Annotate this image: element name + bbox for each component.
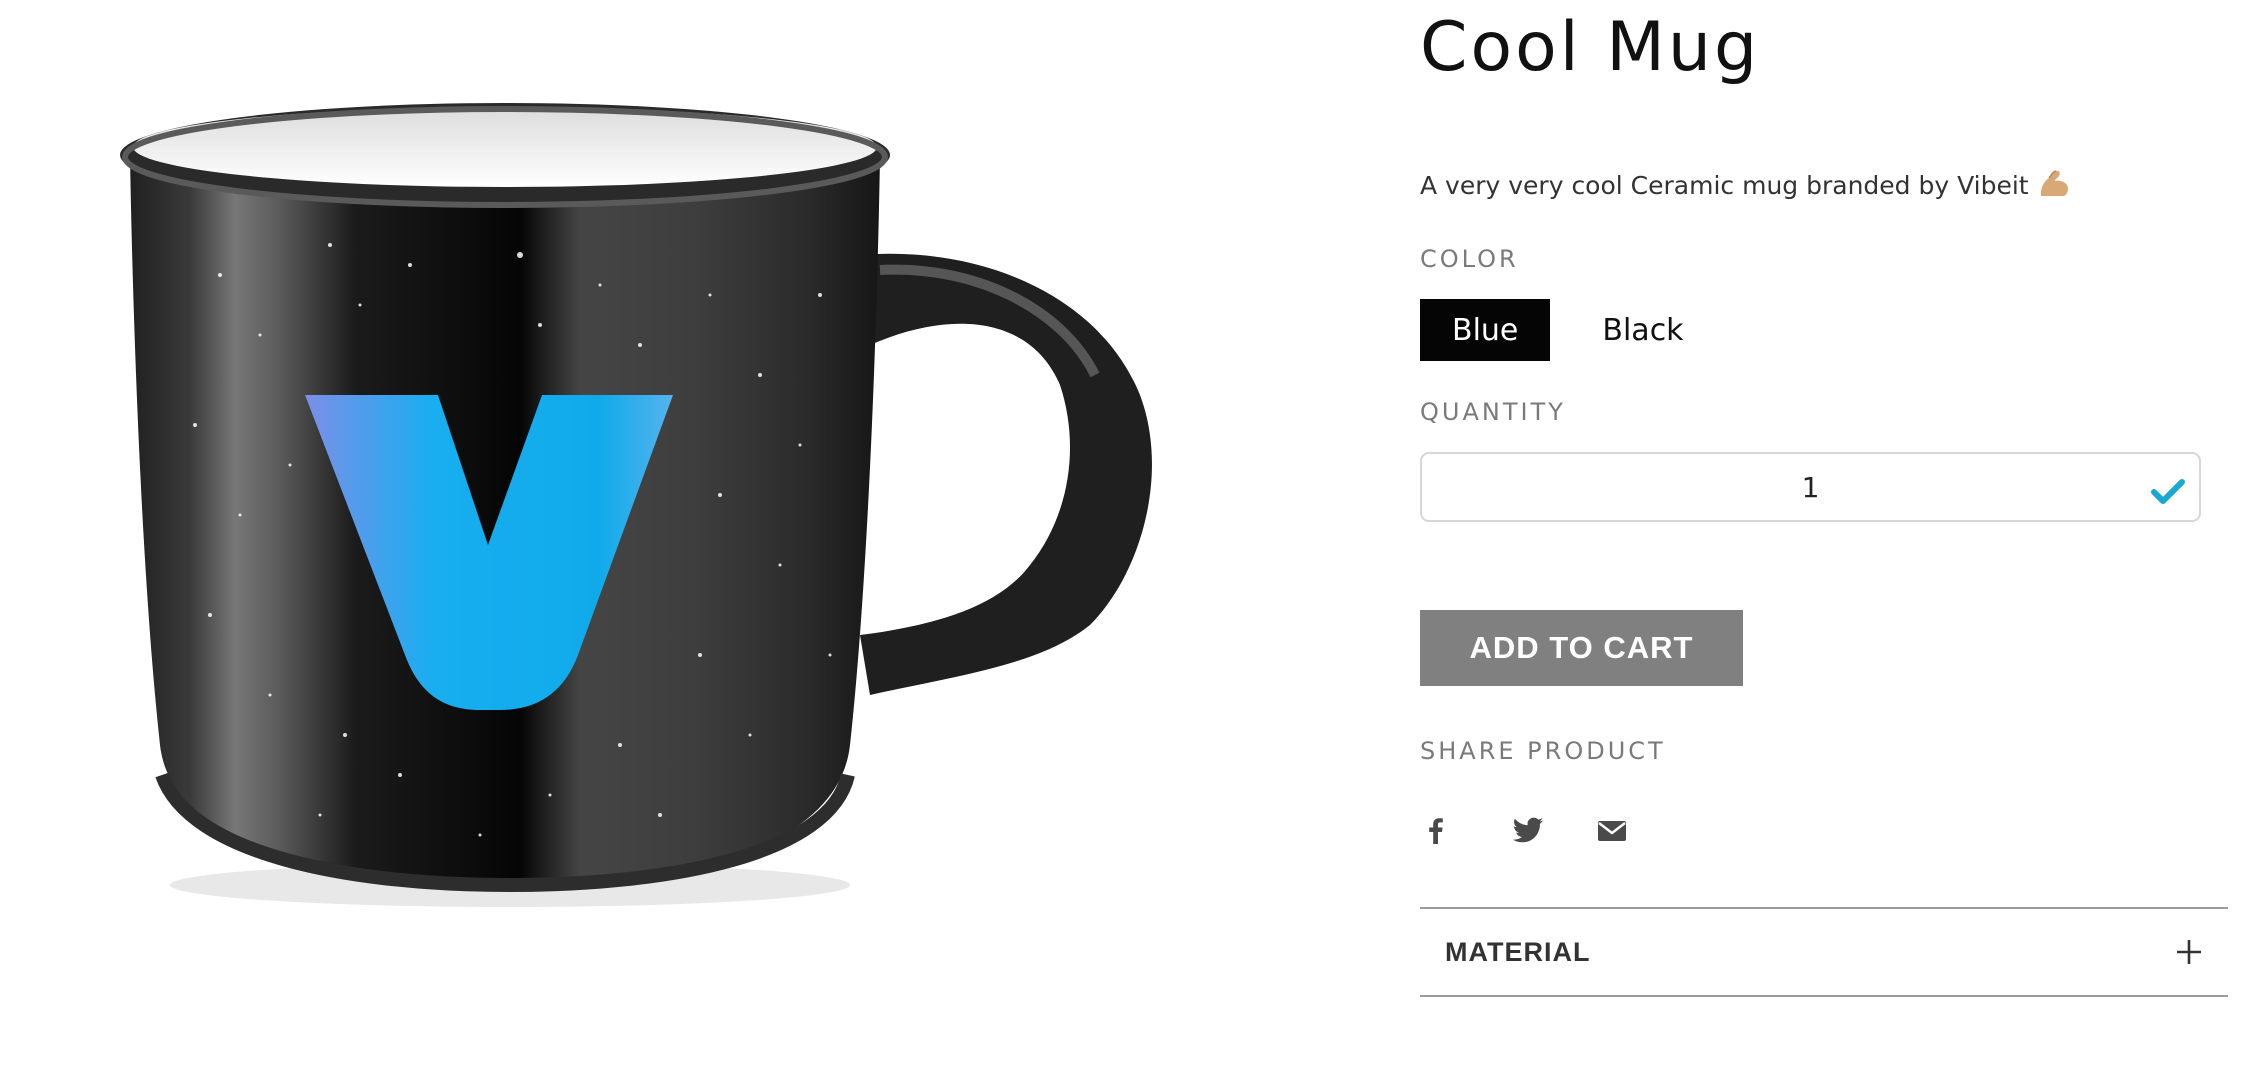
quantity-label: QUANTITY [1420,398,1566,426]
color-options: Blue Black [1420,299,1716,361]
color-option-black[interactable]: Black [1550,299,1715,361]
product-image [100,95,1160,925]
quantity-field [1420,452,2201,522]
material-accordion[interactable]: MATERIAL [1420,907,2228,997]
flexed-biceps-icon [2040,170,2068,196]
plus-icon[interactable] [2175,938,2203,966]
color-option-blue[interactable]: Blue [1420,299,1551,361]
checkmark-icon [2151,479,2185,504]
color-label: COLOR [1420,245,1519,273]
email-icon[interactable] [1596,814,1628,846]
quantity-input[interactable] [1422,469,2199,505]
accordion-title: MATERIAL [1445,936,1591,967]
facebook-icon[interactable] [1420,814,1452,846]
product-title: Cool Mug [1420,8,1761,87]
product-page: Cool Mug A very very cool Ceramic mug br… [0,0,2264,1086]
product-description: A very very cool Ceramic mug branded by … [1420,168,2071,202]
twitter-icon[interactable] [1510,812,1546,848]
share-icons [1420,812,1628,848]
description-text: A very very cool Ceramic mug branded by … [1420,170,2029,200]
share-label: SHARE PRODUCT [1420,737,1666,765]
add-to-cart-button[interactable]: ADD TO CART [1420,610,1743,686]
